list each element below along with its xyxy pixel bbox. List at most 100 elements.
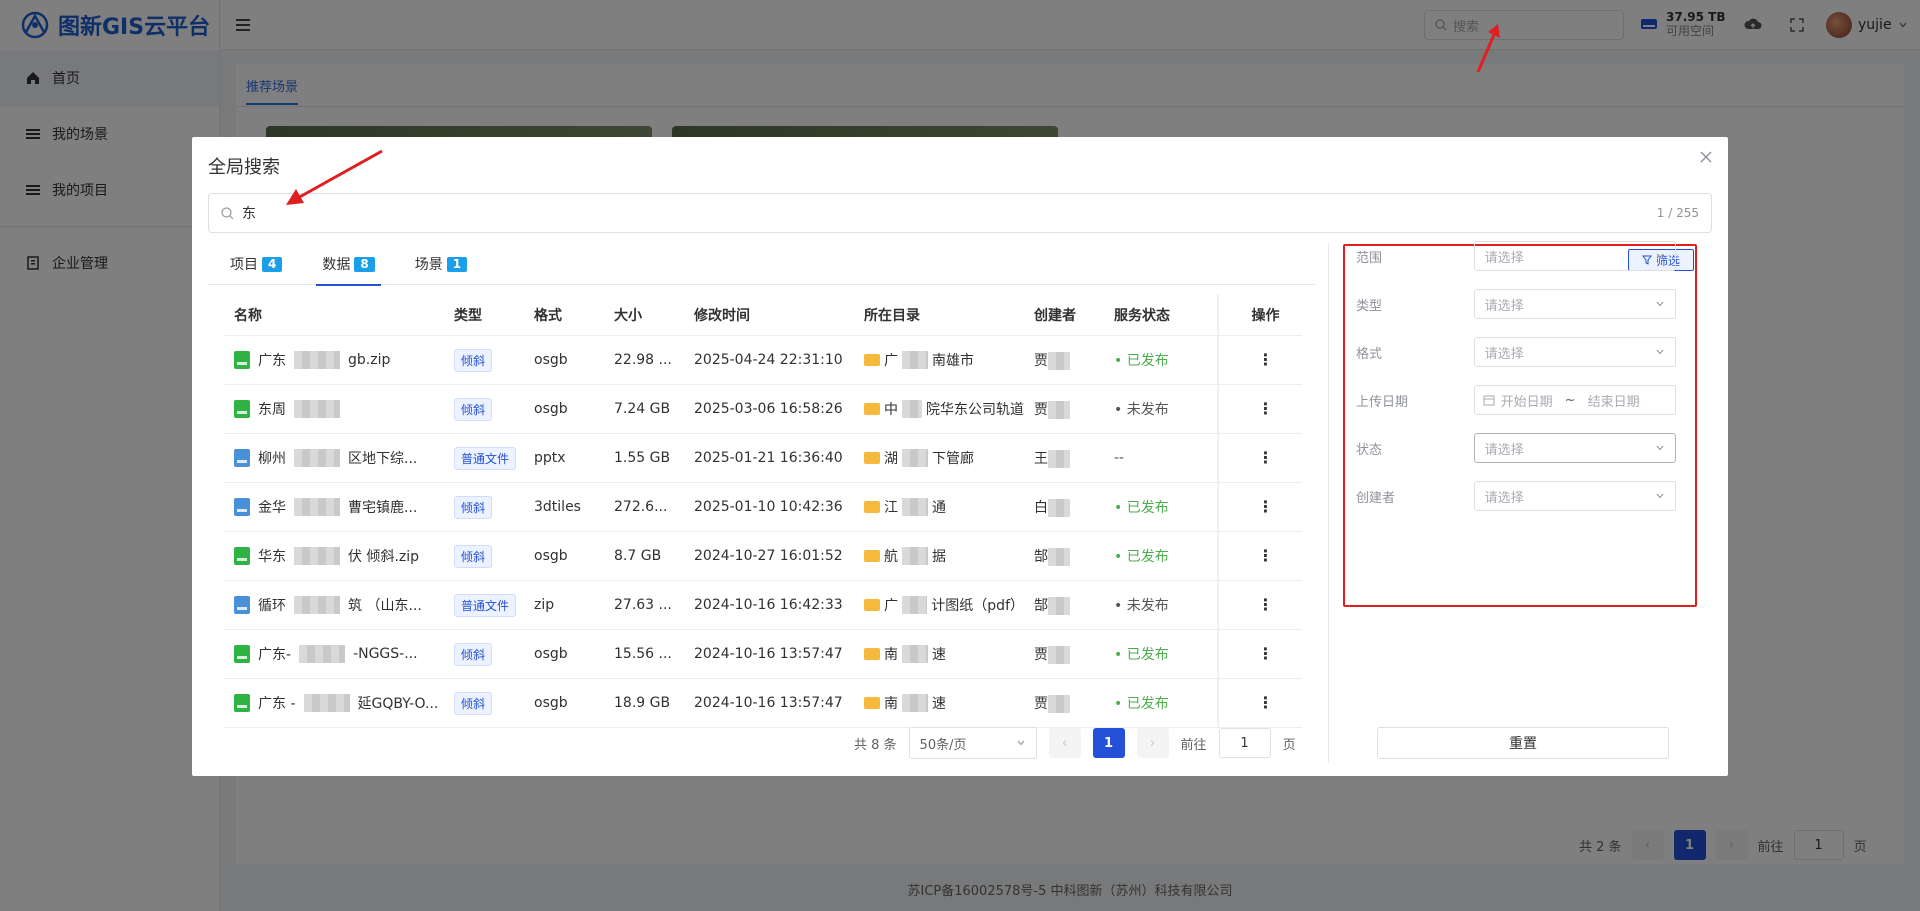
file-name-cell[interactable]: 华东 伏 倾斜.zip — [224, 546, 444, 566]
more-vertical-icon: ⋮ — [1257, 646, 1274, 662]
more-actions-button[interactable]: ⋮ — [1219, 352, 1302, 368]
file-name-cell[interactable]: 东周 — [224, 399, 444, 419]
size-cell: 18.9 GB — [614, 695, 671, 711]
redacted-text — [299, 645, 346, 663]
more-vertical-icon: ⋮ — [1257, 499, 1274, 515]
redacted-text — [1048, 499, 1070, 517]
filter-label: 创建者 — [1356, 490, 1396, 506]
goto-page-input[interactable]: 1 — [1218, 728, 1271, 758]
filter-row-scope: 范围 请选择 — [1356, 241, 1676, 271]
table-row[interactable]: 金华 曹宅镇鹿... 倾斜 3dtiles 272.6... 2025-01-10 10:… — [224, 483, 1302, 532]
reset-button[interactable]: 重置 — [1377, 727, 1669, 759]
table-row[interactable]: 循环 筑 （山东... 普通文件 zip 27.63 ... 2024-10-16 16:… — [224, 581, 1302, 630]
start-date-placeholder[interactable]: 开始日期 — [1501, 391, 1553, 410]
directory-cell[interactable]: 湖 下管廊 — [854, 448, 1024, 468]
directory-cell[interactable]: 南速 — [854, 693, 1024, 713]
modified-time-cell: 2025-01-10 10:42:36 — [694, 499, 843, 515]
creator-select[interactable]: 请选择 — [1473, 481, 1676, 511]
table-row[interactable]: 广东 gb.zip 倾斜 osgb 22.98 ... 2025-04-24 22:31:… — [224, 336, 1302, 385]
directory-cell[interactable]: 江通 — [854, 497, 1024, 517]
modified-time-cell: 2024-10-16 13:57:47 — [694, 646, 843, 662]
file-name-cell[interactable]: 柳州 区地下综... — [224, 448, 444, 468]
more-actions-button[interactable]: ⋮ — [1219, 450, 1302, 466]
modified-time-cell: 2024-10-27 16:01:52 — [694, 548, 843, 564]
next-page-button[interactable]: › — [1136, 728, 1169, 758]
format-select[interactable]: 请选择 — [1473, 337, 1676, 367]
page-size-select[interactable]: 50条/页 — [908, 727, 1037, 759]
tab-data[interactable]: 数据 8 — [316, 243, 382, 286]
prev-page-button[interactable]: ‹ — [1048, 728, 1081, 758]
directory-prefix: 南 — [884, 647, 898, 663]
file-name-prefix: 广东- — [258, 647, 292, 663]
table-row[interactable]: 广东- -NGGS-... 倾斜 osgb 15.56 ... 2024-10-16 13… — [224, 630, 1302, 679]
tab-projects[interactable]: 项目 4 — [224, 243, 288, 285]
more-vertical-icon: ⋮ — [1257, 352, 1274, 368]
directory-prefix: 广 — [884, 598, 898, 614]
size-cell: 8.7 GB — [614, 548, 662, 564]
select-placeholder: 请选择 — [1484, 250, 1524, 266]
status-cell: • 已发布 — [1104, 679, 1219, 727]
directory-suffix: 速 — [932, 696, 946, 712]
file-name-prefix: 循环 — [258, 598, 286, 614]
directory-cell[interactable]: 中 院华东公司轨道 — [854, 399, 1024, 419]
more-actions-button[interactable]: ⋮ — [1219, 548, 1302, 564]
global-search-input[interactable]: 东 1 / 255 — [208, 193, 1712, 233]
table-row[interactable]: 广东 - 延GQBY-O... 倾斜 osgb 18.9 GB 2024-10-16 13… — [224, 679, 1302, 728]
more-vertical-icon: ⋮ — [1257, 450, 1274, 466]
redacted-text — [1048, 352, 1070, 370]
redacted-text — [294, 351, 340, 369]
table-row[interactable]: 东周 倾斜 osgb 7.24 GB 2025-03-06 16:58:26 中 院华东公司… — [224, 385, 1302, 434]
file-name-cell[interactable]: 广东 gb.zip — [224, 350, 444, 370]
filter-label: 类型 — [1356, 298, 1383, 314]
creator-prefix: 贾 — [1034, 647, 1048, 663]
more-actions-button[interactable]: ⋮ — [1219, 499, 1302, 515]
redacted-text — [902, 351, 928, 369]
file-name-cell[interactable]: 广东- -NGGS-... — [224, 644, 444, 664]
format-cell: osgb — [534, 401, 568, 417]
current-page[interactable]: 1 — [1092, 728, 1125, 758]
tab-scenes[interactable]: 场景 1 — [409, 243, 473, 285]
type-tag: 倾斜 — [454, 397, 493, 421]
more-actions-button[interactable]: ⋮ — [1219, 401, 1302, 417]
data-table: 名称 类型 格式 大小 修改时间 所在目录 创建者 服务状态 操作 广东 gb.z… — [224, 294, 1302, 728]
more-actions-button[interactable]: ⋮ — [1219, 695, 1302, 711]
tab-label: 场景 — [414, 257, 443, 273]
scope-select[interactable]: 请选择 — [1473, 241, 1676, 271]
table-row[interactable]: 柳州 区地下综... 普通文件 pptx 1.55 GB 2025-01-21 16:36… — [224, 434, 1302, 483]
file-name-suffix: 曹宅镇鹿... — [348, 500, 418, 516]
file-name-cell[interactable]: 循环 筑 （山东... — [224, 595, 444, 615]
date-range-picker[interactable]: 开始日期 ~ 结束日期 — [1473, 385, 1676, 415]
column-header: 操作 — [1251, 307, 1280, 324]
status-cell: • 未发布 — [1104, 385, 1219, 433]
creator-prefix: 贾 — [1034, 353, 1048, 369]
filter-row-format: 格式 请选择 — [1356, 337, 1676, 367]
directory-prefix: 中 — [884, 402, 898, 418]
filter-label: 上传日期 — [1356, 394, 1409, 410]
redacted-text — [294, 596, 340, 614]
directory-cell[interactable]: 广 计图纸（pdf） — [854, 595, 1024, 615]
pagination: 共 8 条 50条/页 ‹ 1 › 前往 1 页 — [854, 727, 1296, 759]
status-cell: • 已发布 — [1104, 532, 1219, 580]
status-select[interactable]: 请选择 — [1473, 433, 1676, 463]
close-icon[interactable] — [1698, 149, 1714, 165]
directory-cell[interactable]: 广 南雄市 — [854, 350, 1024, 370]
type-tag: 倾斜 — [454, 642, 493, 666]
type-select[interactable]: 请选择 — [1473, 289, 1676, 319]
directory-cell[interactable]: 南速 — [854, 644, 1024, 664]
more-actions-button[interactable]: ⋮ — [1219, 597, 1302, 613]
modified-time-cell: 2024-10-16 13:57:47 — [694, 695, 843, 711]
folder-icon — [864, 403, 880, 415]
page-size-value: 50条/页 — [919, 737, 967, 753]
result-tabs: 项目 4 数据 8 场景 1 — [208, 243, 1316, 286]
chevron-down-icon — [1656, 349, 1664, 355]
folder-icon — [864, 697, 880, 709]
size-cell: 27.63 ... — [614, 597, 672, 613]
more-actions-button[interactable]: ⋮ — [1219, 646, 1302, 662]
format-cell: pptx — [534, 450, 566, 466]
creator-cell: 贾 — [1024, 644, 1104, 664]
file-name-cell[interactable]: 金华 曹宅镇鹿... — [224, 497, 444, 517]
end-date-placeholder[interactable]: 结束日期 — [1588, 391, 1640, 410]
file-name-cell[interactable]: 广东 - 延GQBY-O... — [224, 693, 444, 713]
directory-cell[interactable]: 航据 — [854, 546, 1024, 566]
table-row[interactable]: 华东 伏 倾斜.zip 倾斜 osgb 8.7 GB 2024-10-27 16:01:5… — [224, 532, 1302, 581]
